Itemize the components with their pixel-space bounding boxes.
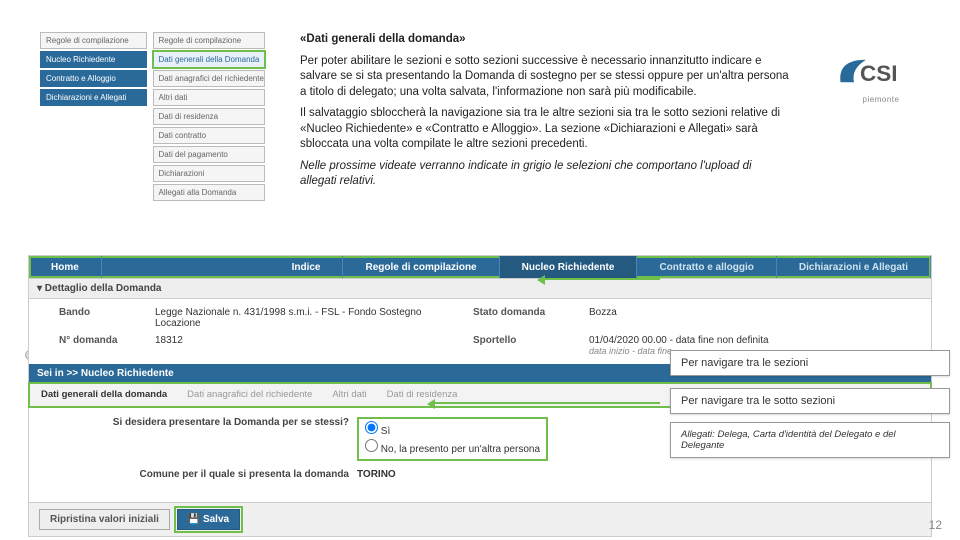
logo-caption: piemonte (826, 95, 936, 104)
subtab-dati-generali[interactable]: Dati generali della domanda (37, 387, 171, 402)
question-self: Si desidera presentare la Domanda per se… (49, 417, 349, 428)
mini-sidebar-item: Nucleo Richiedente (40, 51, 147, 68)
svg-text:CSI: CSI (860, 61, 898, 86)
subtab-altri[interactable]: Altri dati (328, 387, 370, 402)
stato-value: Bozza (589, 307, 901, 329)
subtab-anagrafici[interactable]: Dati anagrafici del richiedente (183, 387, 316, 402)
numero-label: N° domanda (59, 335, 149, 356)
explain-note: Nelle prossime videate verranno indicate… (300, 159, 790, 190)
mini-sidebar-item: Contratto e Alloggio (40, 70, 147, 87)
nav-contratto[interactable]: Contratto e alloggio (637, 256, 776, 278)
explain-p1: Per poter abilitare le sezioni e sotto s… (300, 54, 790, 101)
nav-home[interactable]: Home (29, 256, 102, 278)
comune-value: TORINO (357, 469, 396, 480)
mini-sidebar-item: Dati anagrafici del richiedente (153, 70, 266, 87)
top-nav: Home Indice Regole di compilazione Nucle… (29, 256, 931, 278)
csi-logo-icon: CSI (836, 50, 926, 92)
sportello-value: 01/04/2020 00.00 - data fine non definit… (589, 335, 901, 346)
mini-sidebar: Regole di compilazione Nucleo Richiedente… (40, 32, 265, 201)
csi-logo: CSI piemonte (826, 50, 936, 104)
mini-sidebar-item: Dati generali della Domanda (153, 51, 266, 68)
explain-p2: Il salvataggio sbloccherà la navigazione… (300, 106, 790, 153)
mini-sidebar-item: Regole di compilazione (153, 32, 266, 49)
callout-sections: Per navigare tra le sezioni (670, 350, 950, 376)
radio-si[interactable]: Sì (365, 421, 540, 437)
explain-title: «Dati generali della domanda» (300, 33, 466, 45)
mini-sidebar-item: Regole di compilazione (40, 32, 147, 49)
question-comune: Comune per il quale si presenta la doman… (49, 469, 349, 480)
nav-indice[interactable]: Indice (270, 256, 344, 278)
explanation-block: «Dati generali della domanda» Per poter … (300, 32, 790, 196)
reset-button[interactable]: Ripristina valori iniziali (39, 509, 170, 530)
bando-value: Legge Nazionale n. 431/1998 s.m.i. - FSL… (155, 307, 467, 329)
mini-sidebar-item: Dichiarazioni (153, 165, 266, 182)
arrow-icon (540, 278, 660, 280)
radio-no[interactable]: No, la presento per un'altra persona (365, 439, 540, 455)
radio-group-self: Sì No, la presento per un'altra persona (357, 417, 548, 461)
mini-sidebar-item: Dichiarazioni e Allegati (40, 89, 147, 106)
mini-sidebar-item: Altri dati (153, 89, 266, 106)
detail-head[interactable]: ▾ Dettaglio della Domanda (29, 278, 931, 299)
stato-label: Stato domanda (473, 307, 583, 329)
page-number: 12 (929, 518, 942, 532)
callout-subsections: Per navigare tra le sotto sezioni (670, 388, 950, 414)
bando-label: Bando (59, 307, 149, 329)
numero-value: 18312 (155, 335, 467, 356)
radio-si-input[interactable] (365, 421, 378, 434)
mini-sidebar-item: Dati di residenza (153, 108, 266, 125)
mini-sidebar-item: Dati contratto (153, 127, 266, 144)
nav-dichiarazioni[interactable]: Dichiarazioni e Allegati (777, 256, 931, 278)
arrow-icon (430, 402, 660, 404)
radio-no-input[interactable] (365, 439, 378, 452)
sportello-label: Sportello (473, 335, 583, 356)
button-row: Ripristina valori iniziali Salva (29, 502, 931, 536)
nav-nucleo[interactable]: Nucleo Richiedente (500, 256, 638, 278)
callout-allegati: Allegati: Delega, Carta d'identità del D… (670, 422, 950, 458)
mini-sidebar-item: Allegati alla Domanda (153, 184, 266, 201)
save-button[interactable]: Salva (177, 509, 240, 530)
mini-sidebar-item: Dati del pagamento (153, 146, 266, 163)
nav-regole[interactable]: Regole di compilazione (343, 256, 499, 278)
